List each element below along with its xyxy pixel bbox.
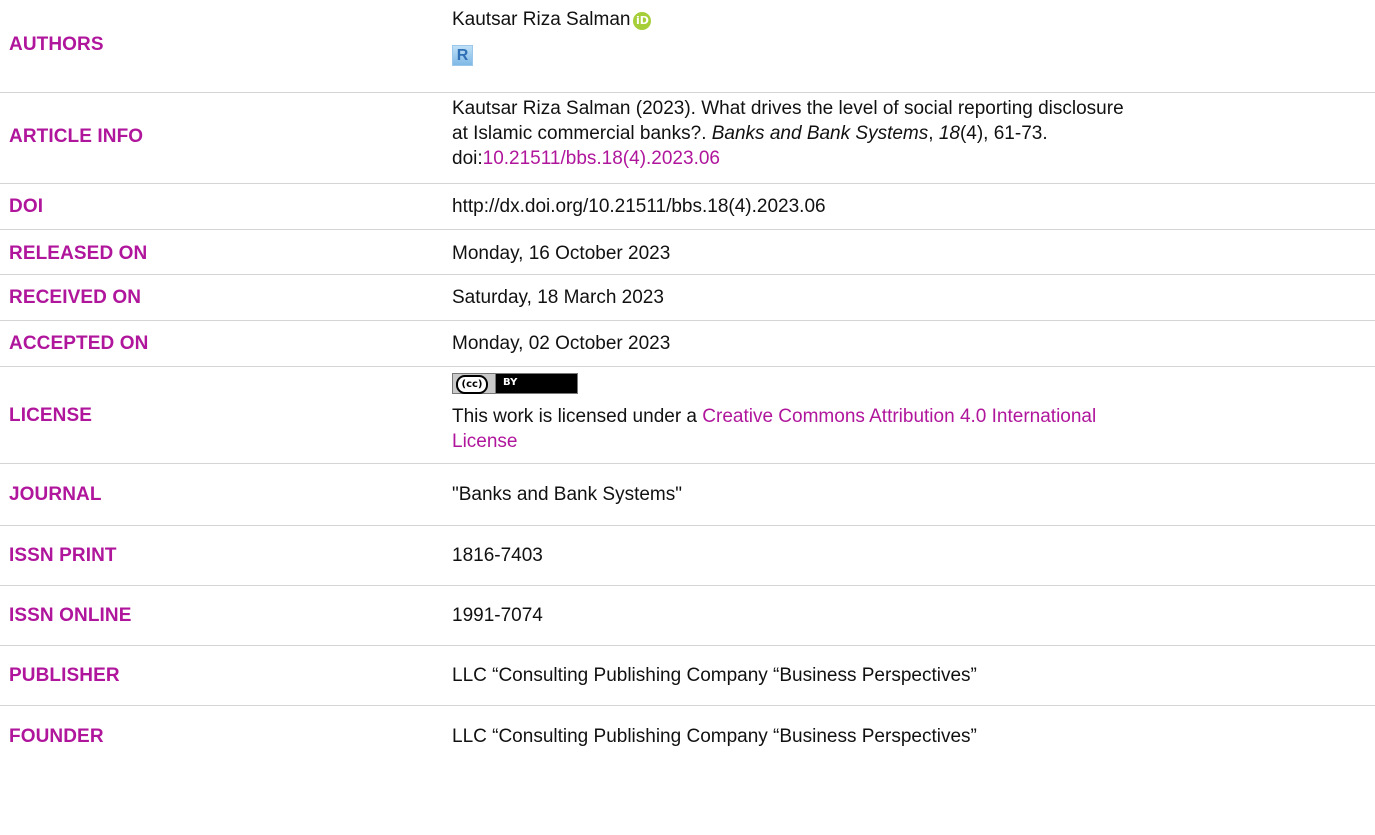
journal-value: "Banks and Bank Systems" (452, 484, 682, 505)
received-on-value: Saturday, 18 March 2023 (452, 287, 664, 308)
doi-value: http://dx.doi.org/10.21511/bbs.18(4).202… (452, 196, 826, 217)
row-authors: AUTHORS Kautsar Riza Salman iD R (0, 0, 1375, 93)
author-name[interactable]: Kautsar Riza Salman (452, 9, 630, 30)
row-received-on: RECEIVED ON Saturday, 18 March 2023 (0, 275, 1375, 321)
license-link-line-2[interactable]: License (452, 429, 1352, 454)
founder-label: FOUNDER (9, 726, 104, 747)
founder-value: LLC “Consulting Publishing Company “Busi… (452, 726, 977, 747)
doi-label: DOI (9, 196, 44, 217)
article-info-value: Kautsar Riza Salman (2023). What drives … (452, 96, 1352, 171)
license-link[interactable]: Creative Commons Attribution 4.0 Interna… (702, 406, 1096, 427)
released-on-label: RELEASED ON (9, 243, 148, 264)
citation-title-end: at Islamic commercial banks?. (452, 123, 712, 144)
citation-line-3: doi:10.21511/bbs.18(4).2023.06 (452, 146, 1352, 171)
license-text: This work is licensed under a (452, 406, 703, 427)
citation-journal: Banks and Bank Systems (711, 123, 929, 144)
received-on-label: RECEIVED ON (9, 287, 142, 308)
citation-volume: 18 (938, 123, 960, 144)
orcid-icon[interactable]: iD (633, 12, 652, 30)
row-journal: JOURNAL "Banks and Bank Systems" (0, 464, 1375, 526)
researcherid-icon[interactable]: R (452, 45, 473, 66)
row-doi: DOI http://dx.doi.org/10.21511/bbs.18(4)… (0, 184, 1375, 230)
citation-line-2: at Islamic commercial banks?. Banks and … (452, 121, 1352, 146)
publisher-value: LLC “Consulting Publishing Company “Busi… (452, 665, 977, 686)
citation-issue-pages: (4), 61-73. (959, 123, 1048, 144)
row-issn-print: ISSN PRINT 1816-7403 (0, 526, 1375, 586)
authors-label: AUTHORS (9, 34, 104, 55)
cc-badge-left: (cc) (453, 374, 496, 394)
cc-badge-by: BY (503, 377, 518, 388)
row-accepted-on: ACCEPTED ON Monday, 02 October 2023 (0, 321, 1375, 367)
authors-value: Kautsar Riza Salman iD (452, 7, 1352, 32)
doi-prefix: doi: (452, 148, 483, 169)
journal-label: JOURNAL (9, 484, 102, 505)
cc-badge-cc: (cc) (456, 375, 488, 394)
issn-online-label: ISSN ONLINE (9, 605, 132, 626)
accepted-on-value: Monday, 02 October 2023 (452, 333, 671, 354)
row-released-on: RELEASED ON Monday, 16 October 2023 (0, 230, 1375, 275)
publisher-label: PUBLISHER (9, 665, 120, 686)
issn-online-value: 1991-7074 (452, 605, 543, 626)
citation-line-1: Kautsar Riza Salman (2023). What drives … (452, 98, 1124, 119)
released-on-value: Monday, 16 October 2023 (452, 243, 671, 264)
license-line-1: This work is licensed under a Creative C… (452, 404, 1352, 429)
row-issn-online: ISSN ONLINE 1991-7074 (0, 586, 1375, 646)
issn-print-value: 1816-7403 (452, 545, 543, 566)
license-label: LICENSE (9, 405, 93, 426)
row-article-info: ARTICLE INFO Kautsar Riza Salman (2023).… (0, 93, 1375, 184)
citation-sep: , (928, 123, 939, 144)
accepted-on-label: ACCEPTED ON (9, 333, 149, 354)
row-publisher: PUBLISHER LLC “Consulting Publishing Com… (0, 646, 1375, 706)
citation-doi-link[interactable]: 10.21511/bbs.18(4).2023.06 (483, 148, 720, 169)
row-license: LICENSE (cc) BY This work is licensed un… (0, 367, 1375, 464)
row-founder: FOUNDER LLC “Consulting Publishing Compa… (0, 706, 1375, 766)
license-value: This work is licensed under a Creative C… (452, 404, 1352, 454)
issn-print-label: ISSN PRINT (9, 545, 117, 566)
cc-by-badge-icon[interactable]: (cc) BY (452, 373, 578, 394)
article-info-label: ARTICLE INFO (9, 126, 144, 147)
